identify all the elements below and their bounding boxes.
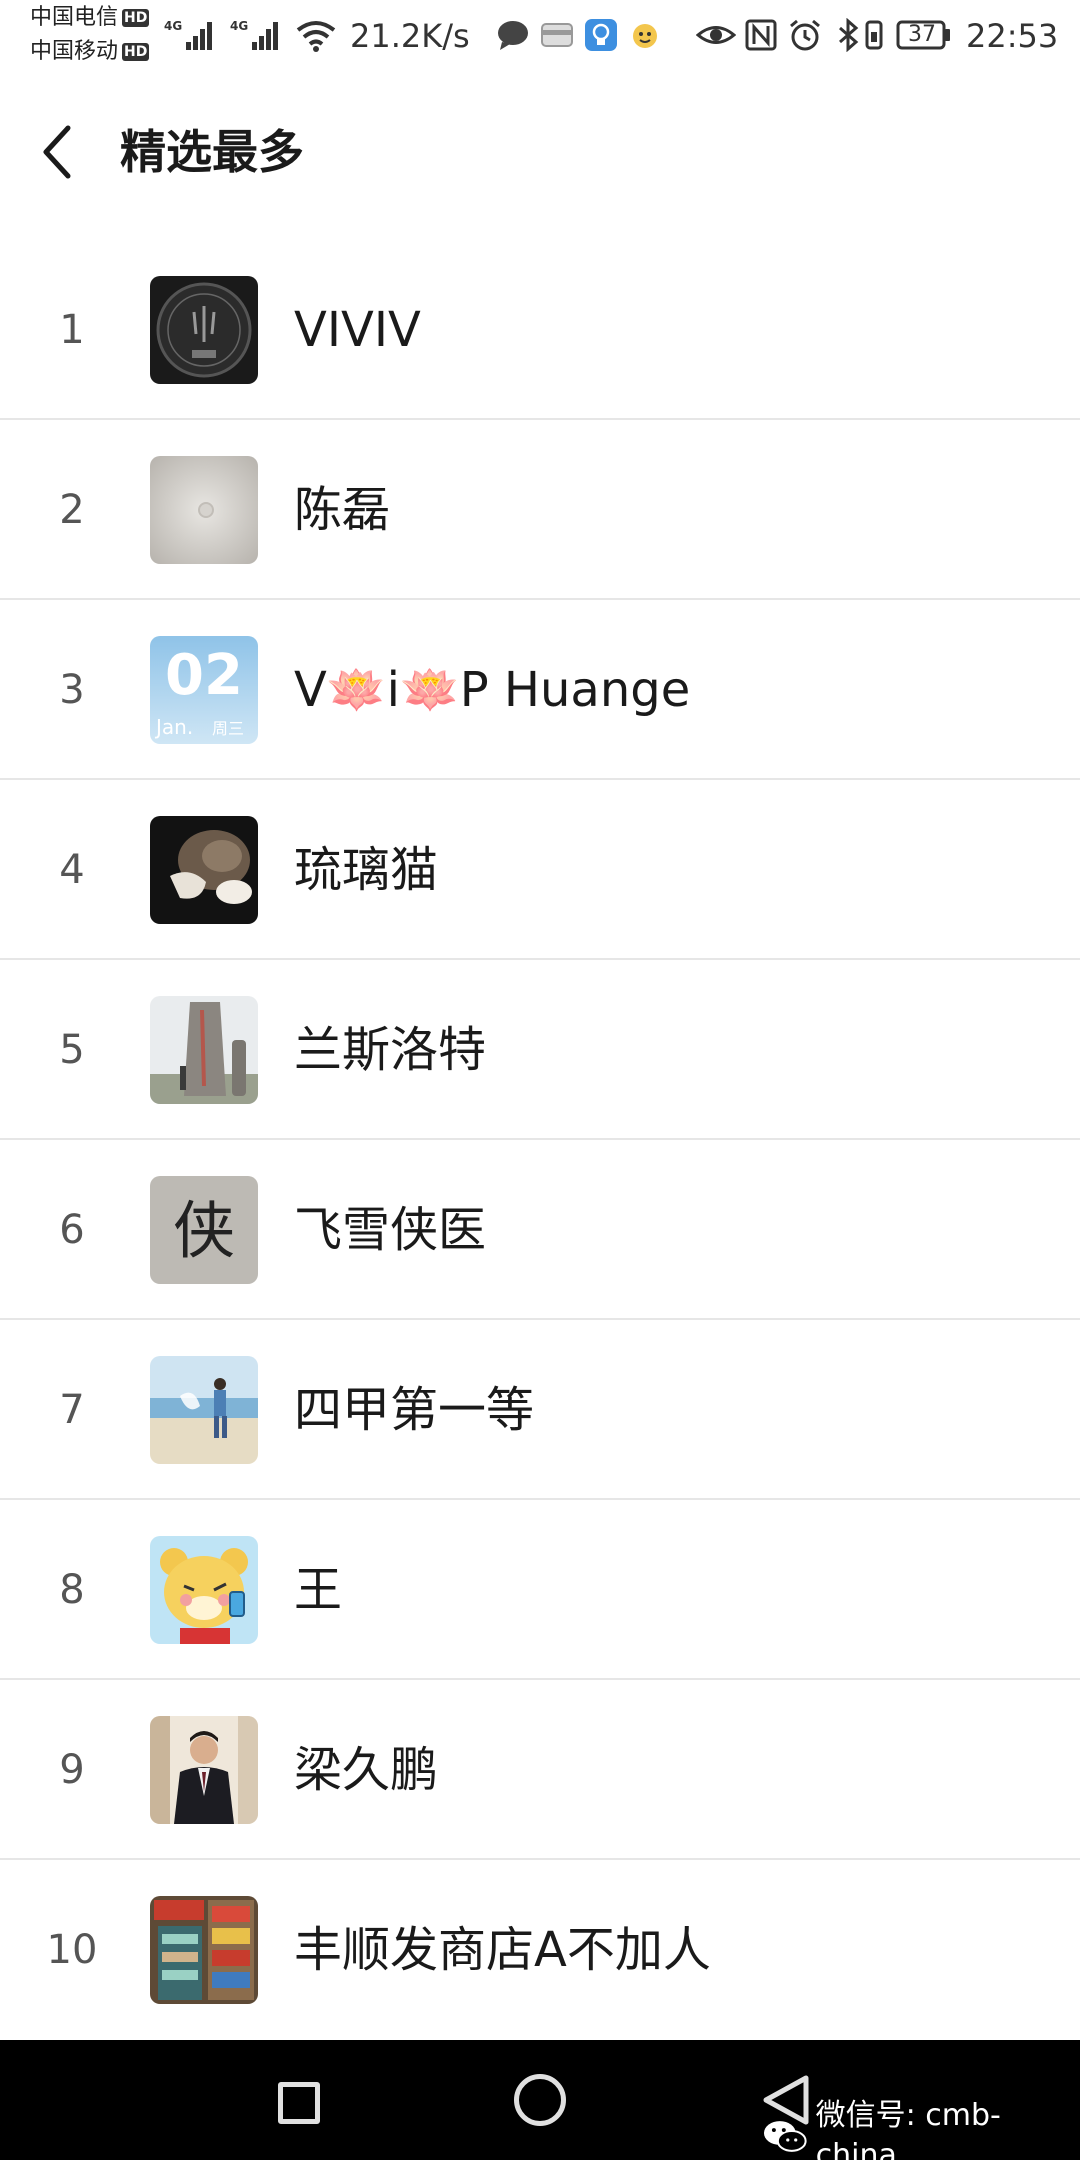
hd-badge-1: HD bbox=[122, 9, 150, 27]
svg-text:4G: 4G bbox=[230, 19, 248, 33]
contact-name: 四甲第一等 bbox=[294, 1382, 535, 1438]
watermark-text: 微信号: cmb-china bbox=[815, 2098, 1001, 2173]
hd-badge-2: HD bbox=[122, 43, 150, 61]
wifi-icon bbox=[296, 21, 336, 52]
contact-name: 丰顺发商店A不加人 bbox=[294, 1922, 711, 1978]
rank-number: 9 bbox=[59, 1747, 85, 1793]
cat-photo-avatar[interactable] bbox=[150, 816, 258, 924]
back-arrow-icon[interactable] bbox=[30, 116, 90, 186]
calligraphy-avatar[interactable]: 侠 bbox=[150, 1176, 258, 1284]
page-title: 精选最多 bbox=[120, 125, 304, 179]
face-app-icon bbox=[633, 24, 657, 48]
battery-level: 37 bbox=[908, 22, 936, 47]
list-item[interactable]: 8 王 bbox=[0, 1500, 1080, 1680]
nfc-icon bbox=[745, 19, 777, 51]
status-bar: 中国电信 HD 中国移动 HD 4G 4G 21.2K/s 37 22:53 bbox=[0, 0, 1080, 72]
rank-number: 3 bbox=[59, 667, 85, 713]
carrier-1-label: 中国电信 bbox=[30, 5, 119, 30]
rank-number: 1 bbox=[59, 307, 85, 353]
list-item[interactable]: 9 梁久鹏 bbox=[0, 1680, 1080, 1860]
contact-name: VIVIV bbox=[294, 302, 421, 358]
system-nav-bar: 微信号: cmb-china bbox=[0, 2040, 1080, 2173]
signal-icon-2: 4G bbox=[230, 19, 278, 50]
contact-name: V🪷i🪷P Huange bbox=[294, 662, 691, 718]
eye-icon bbox=[696, 26, 736, 44]
list-item[interactable]: 4 琉璃猫 bbox=[0, 780, 1080, 960]
contact-name: 陈磊 bbox=[294, 482, 391, 538]
contact-name: 琉璃猫 bbox=[294, 842, 439, 898]
carrier-1: 中国电信 HD bbox=[30, 5, 150, 30]
list-item[interactable]: 1 VIVIV bbox=[0, 240, 1080, 420]
watermark: 微信号: cmb-china bbox=[760, 2096, 1080, 2176]
rank-number: 2 bbox=[59, 487, 85, 533]
alarm-icon bbox=[790, 19, 820, 51]
man-in-suit-avatar[interactable] bbox=[150, 1716, 258, 1824]
recent-apps-button[interactable] bbox=[278, 2082, 320, 2124]
carrier-2: 中国移动 HD bbox=[30, 39, 150, 64]
svg-text:02: 02 bbox=[165, 643, 243, 708]
header: 精选最多 bbox=[0, 72, 1080, 242]
blurred-gray-avatar[interactable] bbox=[150, 456, 258, 564]
home-button[interactable] bbox=[514, 2074, 566, 2126]
svg-text:周三: 周三 bbox=[212, 719, 244, 738]
bluetooth-icon bbox=[839, 18, 859, 52]
shop-shelves-avatar[interactable] bbox=[150, 1896, 258, 2004]
contact-name: 梁久鹏 bbox=[294, 1742, 439, 1798]
card-icon bbox=[541, 23, 573, 47]
rank-number: 6 bbox=[59, 1207, 85, 1253]
contact-name: 王 bbox=[294, 1562, 343, 1618]
cartoon-bear-avatar[interactable] bbox=[150, 1536, 258, 1644]
wechat-icon bbox=[763, 2121, 807, 2152]
stone-monument-avatar[interactable] bbox=[150, 996, 258, 1104]
maserati-coin-avatar[interactable] bbox=[150, 276, 258, 384]
network-speed: 21.2K/s bbox=[350, 17, 470, 55]
list-item[interactable]: 6 侠 飞雪侠医 bbox=[0, 1140, 1080, 1320]
calendar-avatar[interactable]: 02 Jan. 周三 bbox=[150, 636, 258, 744]
bulb-app-icon bbox=[585, 19, 617, 51]
contact-name: 兰斯洛特 bbox=[294, 1022, 487, 1078]
list-item[interactable]: 3 02 Jan. 周三 V🪷i🪷P Huange bbox=[0, 600, 1080, 780]
list-item[interactable]: 10 丰顺发商店A不加人 bbox=[0, 1860, 1080, 2040]
list-item[interactable]: 5 兰斯洛特 bbox=[0, 960, 1080, 1140]
beach-photo-avatar[interactable] bbox=[150, 1356, 258, 1464]
ranking-list: 1 VIVIV 2 陈磊 3 02 Jan. 周三 V🪷i🪷P Huange 4… bbox=[0, 240, 1080, 2040]
rank-number: 7 bbox=[59, 1387, 85, 1433]
battery-indicator: 37 bbox=[896, 18, 952, 52]
list-item[interactable]: 2 陈磊 bbox=[0, 420, 1080, 600]
svg-text:Jan.: Jan. bbox=[154, 715, 193, 739]
rank-number: 10 bbox=[46, 1927, 98, 1973]
rank-number: 4 bbox=[59, 847, 85, 893]
clock: 22:53 bbox=[966, 17, 1059, 55]
svg-text:侠: 侠 bbox=[173, 1194, 235, 1267]
list-item[interactable]: 7 四甲第一等 bbox=[0, 1320, 1080, 1500]
message-icon bbox=[498, 21, 528, 50]
rank-number: 8 bbox=[59, 1567, 85, 1613]
svg-text:4G: 4G bbox=[164, 19, 182, 33]
rank-number: 5 bbox=[59, 1027, 85, 1073]
contact-name: 飞雪侠医 bbox=[294, 1202, 487, 1258]
vibrate-icon bbox=[865, 20, 883, 50]
carrier-2-label: 中国移动 bbox=[30, 39, 119, 64]
signal-icon-1: 4G bbox=[164, 19, 212, 50]
